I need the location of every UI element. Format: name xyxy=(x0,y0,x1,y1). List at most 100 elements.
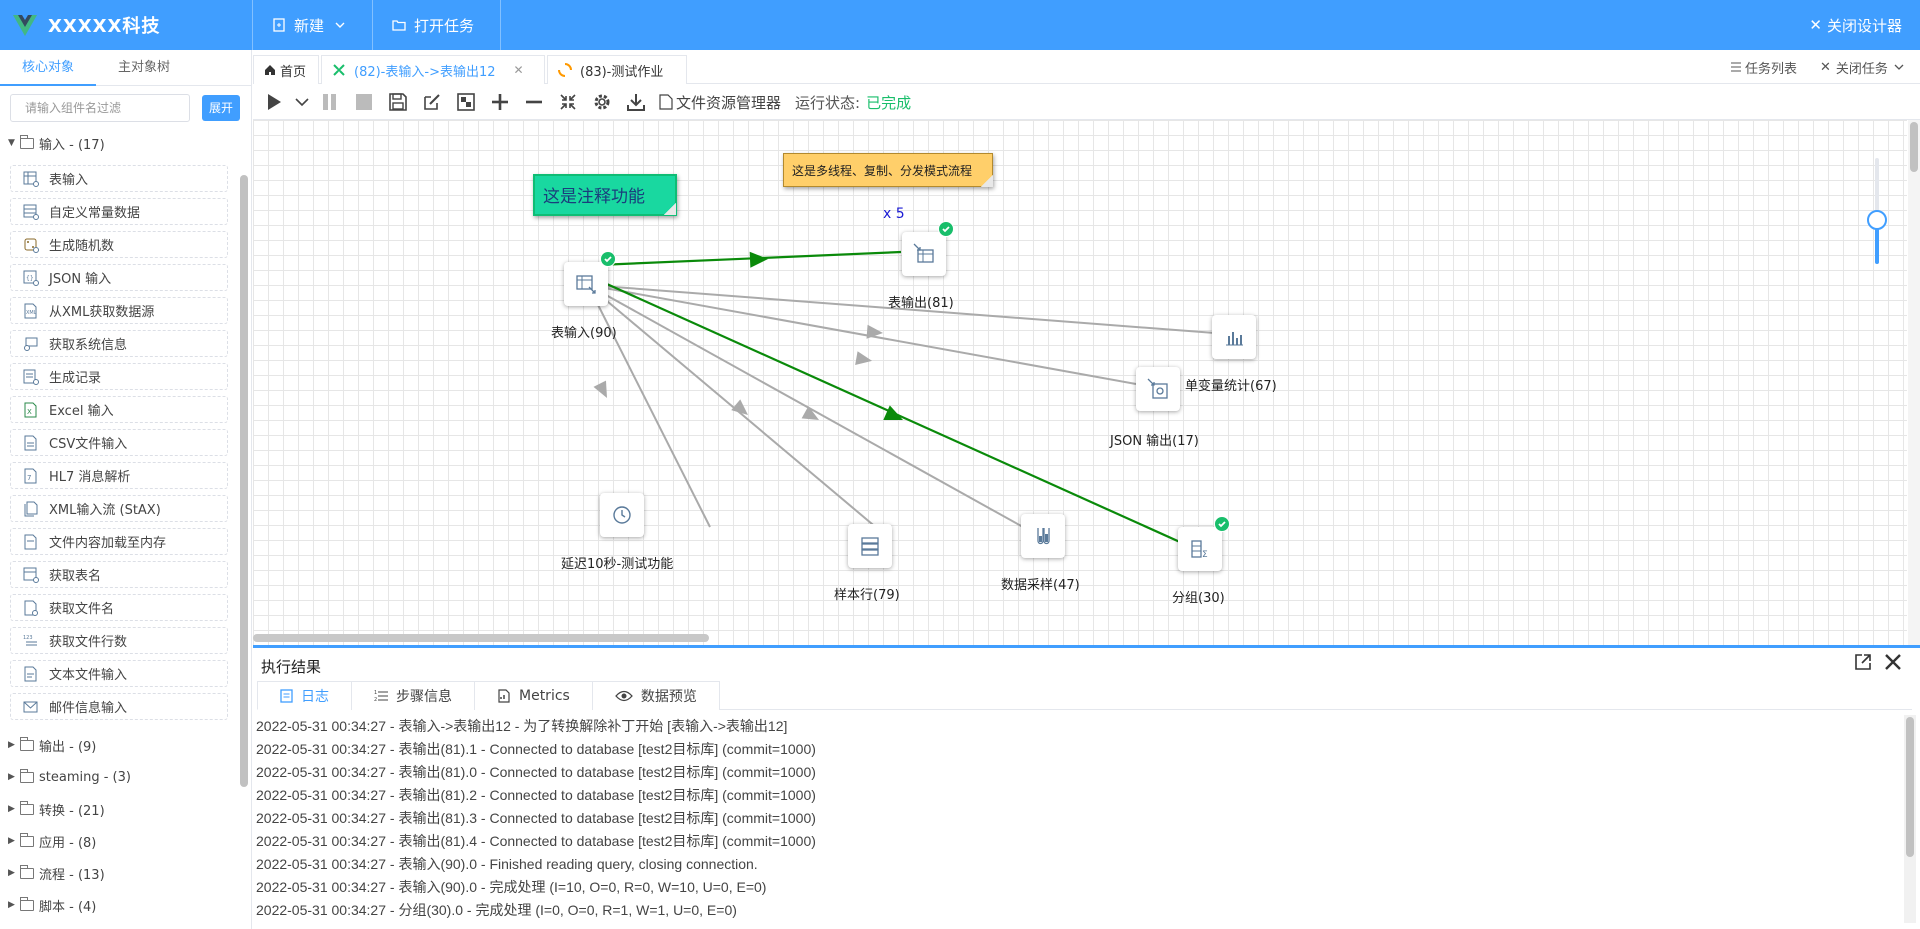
tab-log[interactable]: 日志 xyxy=(257,681,352,710)
group-transform[interactable]: ▶ 转换 - (21) xyxy=(8,798,105,820)
group-input[interactable]: ▼ 输入 - (17) xyxy=(8,132,105,154)
group-script[interactable]: ▶ 脚本 - (4) xyxy=(8,894,96,916)
sidebar-scrollbar[interactable] xyxy=(240,175,248,787)
folder-icon xyxy=(20,800,34,815)
tab-metrics[interactable]: Metrics xyxy=(474,681,593,710)
group-streaming[interactable]: ▶ steaming - (3) xyxy=(8,766,131,788)
component-xml-source[interactable]: XML 从XML获取数据源 xyxy=(10,297,228,324)
group-flow[interactable]: ▶ 流程 - (13) xyxy=(8,862,105,884)
tab-main-object-tree[interactable]: 主对象树 xyxy=(96,50,192,86)
pause-button[interactable] xyxy=(313,87,347,117)
caret-right-icon: ▶ xyxy=(8,804,15,814)
component-generate-rows[interactable]: 生成记录 xyxy=(10,363,228,390)
component-get-file-names[interactable]: 获取文件名 xyxy=(10,594,228,621)
component-get-table-names[interactable]: 获取表名 xyxy=(10,561,228,588)
component-text-file-input[interactable]: 文本文件输入 xyxy=(10,660,228,687)
group-label: 输入 - (17) xyxy=(39,137,105,153)
caret-down-icon: ▼ xyxy=(8,138,15,148)
group-application[interactable]: ▶ 应用 - (8) xyxy=(8,830,96,852)
node-json-output[interactable] xyxy=(1136,367,1180,411)
collapse-button[interactable] xyxy=(551,87,585,117)
stop-button[interactable] xyxy=(347,87,381,117)
node-group-by[interactable]: Σ xyxy=(1178,516,1230,571)
caret-right-icon: ▶ xyxy=(8,900,15,910)
flow-canvas[interactable] xyxy=(253,120,1907,645)
component-table-input[interactable]: 表输入 xyxy=(10,165,228,192)
canvas-vscroll-thumb[interactable] xyxy=(1910,122,1918,172)
run-options-button[interactable] xyxy=(291,87,313,117)
close-task-menu[interactable]: ✕ 关闭任务 xyxy=(1820,50,1904,84)
component-random-number[interactable]: 生成随机数 xyxy=(10,231,228,258)
tab-step-info[interactable]: 12 步骤信息 xyxy=(351,681,475,710)
node-table-input[interactable] xyxy=(564,251,616,306)
new-menu-button[interactable]: 新建 xyxy=(272,0,354,50)
close-icon[interactable]: ✕ xyxy=(514,63,524,77)
arrow-head xyxy=(749,251,768,268)
tab-home[interactable]: 首页 xyxy=(253,55,319,84)
node-univariate-stats[interactable] xyxy=(1212,315,1256,359)
component-mail-input[interactable]: 邮件信息输入 xyxy=(10,693,228,720)
canvas-vscroll-track[interactable] xyxy=(1908,120,1920,645)
component-json-input[interactable]: {} JSON 输入 xyxy=(10,264,228,291)
note-annotation[interactable]: 这是注释功能 xyxy=(533,174,677,216)
zoom-handle[interactable] xyxy=(1867,210,1887,230)
component-hl7-parse[interactable]: 7 HL7 消息解析 xyxy=(10,462,228,489)
file-manager-button[interactable]: 文件资源管理器 xyxy=(659,92,781,113)
log-line: 2022-05-31 00:34:27 - 表输出(81).3 - Connec… xyxy=(256,810,816,826)
download-button[interactable] xyxy=(619,87,653,117)
node-delay[interactable] xyxy=(600,493,644,537)
component-label: 生成记录 xyxy=(49,371,102,386)
zoom-out-button[interactable] xyxy=(517,87,551,117)
minus-icon xyxy=(526,100,542,104)
canvas-hscroll-thumb[interactable] xyxy=(253,634,709,642)
component-get-file-rows[interactable]: 123 获取文件行数 xyxy=(10,627,228,654)
run-button[interactable] xyxy=(257,87,291,117)
zoom-slider[interactable] xyxy=(1867,158,1887,264)
tab-transform-82[interactable]: (82)-表输入->表输出12 ✕ xyxy=(321,55,545,84)
close-designer-button[interactable]: ✕ 关闭设计器 xyxy=(1809,0,1902,50)
report-icon xyxy=(498,689,510,703)
log-scrollbar-thumb[interactable] xyxy=(1906,717,1914,857)
component-system-info[interactable]: 获取系统信息 xyxy=(10,330,228,357)
tab-label: (82)-表输入->表输出12 xyxy=(354,64,496,80)
component-label: 获取文件名 xyxy=(49,602,115,617)
task-list-button[interactable]: 任务列表 xyxy=(1730,50,1797,84)
play-icon xyxy=(268,94,281,110)
sidebar-tabs: 核心对象 主对象树 xyxy=(0,50,251,86)
external-link-icon[interactable] xyxy=(1854,653,1872,671)
node-data-sampling[interactable] xyxy=(1021,514,1065,558)
fit-view-button[interactable] xyxy=(449,87,483,117)
component-csv-input[interactable]: CSV文件输入 xyxy=(10,429,228,456)
download-icon xyxy=(627,94,645,111)
node-table-output[interactable] xyxy=(902,221,954,276)
svg-text:X: X xyxy=(27,408,32,416)
file-icon xyxy=(659,94,673,110)
open-task-button[interactable]: 打开任务 xyxy=(392,0,474,50)
tab-core-objects[interactable]: 核心对象 xyxy=(0,50,96,86)
tab-data-preview[interactable]: 数据预览 xyxy=(591,681,720,710)
component-custom-constant[interactable]: 自定义常量数据 xyxy=(10,198,228,225)
tab-job-83[interactable]: (83)-测试作业 xyxy=(547,55,687,84)
run-status-value: 已完成 xyxy=(866,93,912,112)
group-sum-icon: Σ xyxy=(1191,540,1208,560)
save-button[interactable] xyxy=(381,87,415,117)
file-names-icon xyxy=(24,600,38,616)
component-xml-stax[interactable]: XML输入流 (StAX) xyxy=(10,495,228,522)
component-label: CSV文件输入 xyxy=(49,437,128,452)
home-icon xyxy=(265,65,275,75)
file-add-icon xyxy=(273,18,285,32)
component-label: HL7 消息解析 xyxy=(49,470,131,485)
settings-button[interactable] xyxy=(585,87,619,117)
expand-button[interactable]: 展开 xyxy=(202,95,240,121)
note-multithread[interactable]: 这是多线程、复制、分发模式流程 xyxy=(783,153,993,187)
zoom-in-button[interactable] xyxy=(483,87,517,117)
component-filter-input[interactable]: 请输入组件名过滤 xyxy=(10,94,190,122)
node-sample-rows[interactable] xyxy=(848,524,892,568)
component-load-file-content[interactable]: 文件内容加载至内存 xyxy=(10,528,228,555)
group-output[interactable]: ▶ 输出 - (9) xyxy=(8,734,96,756)
tab-label: 日志 xyxy=(301,688,329,705)
component-excel-input[interactable]: X Excel 输入 xyxy=(10,396,228,423)
component-label: 文件内容加载至内存 xyxy=(49,536,167,551)
close-icon[interactable] xyxy=(1884,653,1902,671)
edit-button[interactable] xyxy=(415,87,449,117)
